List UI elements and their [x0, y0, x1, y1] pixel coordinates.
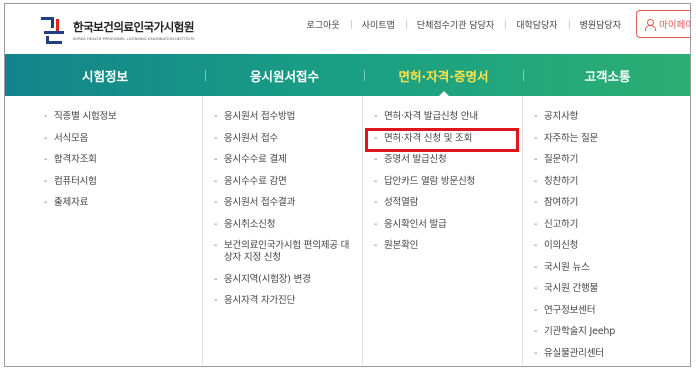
site-logo[interactable]: 한국보건의료인국가시험원 KOREA HEALTH PERSONNEL LICE… [41, 12, 195, 48]
menu-item[interactable]: 컴퓨터시험 [42, 176, 202, 188]
logo-name-en: KOREA HEALTH PERSONNEL LICENSING EXAMINA… [73, 37, 195, 41]
menu-item[interactable]: 공지사항 [532, 111, 690, 123]
university-link[interactable]: 대학담당자 [505, 18, 568, 31]
menu-column-exam-info: 직종별 시험정보 서식모음 합격자조회 컴퓨터시험 출제자료 [42, 96, 202, 366]
menu-item[interactable]: 합격자조회 [42, 154, 202, 166]
logout-link[interactable]: 로그아웃 [296, 18, 351, 31]
gnb-exam-info[interactable]: 시험정보 [5, 54, 205, 96]
gnb-application[interactable]: 응시원서접수 [205, 54, 364, 96]
site-header: 한국보건의료인국가시험원 KOREA HEALTH PERSONNEL LICE… [5, 4, 690, 54]
menu-item[interactable]: 출제자료 [42, 197, 202, 209]
hospital-link[interactable]: 병원담당자 [568, 18, 632, 31]
menu-item[interactable]: 면허·자격 발급신청 안내 [372, 111, 522, 123]
gnb-license[interactable]: 면허·자격·증명서 [364, 54, 523, 96]
menu-item[interactable]: 응시지역(시험장) 변경 [212, 274, 356, 286]
gnb-customer[interactable]: 고객소통 [523, 54, 690, 96]
menu-item[interactable]: 국시원 간행물 [532, 283, 690, 295]
menu-item[interactable]: 성적열람 [372, 197, 522, 209]
menu-column-customer: 공지사항 자주하는 질문 질문하기 칭찬하기 참여하기 신고하기 이의신청 국시… [522, 96, 690, 366]
menu-item[interactable]: 답안카드 열람 방문신청 [372, 176, 522, 188]
menu-item[interactable]: 유실물관리센터 [532, 348, 690, 360]
menu-item[interactable]: 국시원 뉴스 [532, 262, 690, 274]
menu-item[interactable]: 질문하기 [532, 154, 690, 166]
menu-item[interactable]: 연구정보센터 [532, 305, 690, 317]
menu-item[interactable]: 자주하는 질문 [532, 133, 690, 145]
main-nav: 시험정보 응시원서접수 면허·자격·증명서 고객소통 [5, 54, 690, 96]
mypage-label: 마이페이지 [659, 20, 690, 31]
mega-menu-panel: 직종별 시험정보 서식모음 합격자조회 컴퓨터시험 출제자료 응시원서 접수방법… [5, 96, 690, 366]
highlight-box [365, 128, 519, 152]
menu-item[interactable]: 응시취소신청 [212, 219, 356, 231]
menu-item[interactable]: 보건의료인국가시험 편의제공 대상자 지정 신청 [212, 240, 356, 264]
menu-item[interactable]: 기관학술지 Jeehp [532, 326, 690, 338]
menu-item[interactable]: 서식모음 [42, 133, 202, 145]
logo-emblem-icon [41, 15, 67, 45]
menu-item[interactable]: 증명서 발급신청 [372, 154, 522, 166]
menu-column-application: 응시원서 접수방법 응시원서 접수 응시수수료 결제 응시수수료 감면 응시원서… [202, 96, 362, 366]
menu-item[interactable]: 응시수수료 결제 [212, 154, 356, 166]
menu-item[interactable]: 직종별 시험정보 [42, 111, 202, 123]
menu-item[interactable]: 응시자격 자가진단 [212, 295, 356, 307]
mypage-button[interactable]: 마이페이지 [636, 10, 690, 38]
logo-name-kr: 한국보건의료인국가시험원 [73, 20, 194, 34]
menu-item[interactable]: 신고하기 [532, 219, 690, 231]
menu-item[interactable]: 응시수수료 감면 [212, 176, 356, 188]
utility-nav: 로그아웃 사이트맵 단체접수기관 담당자 대학담당자 병원담당자 [296, 18, 632, 31]
menu-item[interactable]: 응시확인서 발급 [372, 219, 522, 231]
group-agency-link[interactable]: 단체접수기관 담당자 [405, 18, 505, 31]
browser-frame: 한국보건의료인국가시험원 KOREA HEALTH PERSONNEL LICE… [4, 3, 691, 367]
menu-item[interactable]: 원본확인 [372, 240, 522, 252]
menu-item[interactable]: 참여하기 [532, 197, 690, 209]
menu-item[interactable]: 응시원서 접수 [212, 133, 356, 145]
menu-item[interactable]: 응시원서 접수방법 [212, 111, 356, 123]
sitemap-link[interactable]: 사이트맵 [350, 18, 406, 31]
user-icon [645, 18, 656, 31]
logo-text: 한국보건의료인국가시험원 KOREA HEALTH PERSONNEL LICE… [73, 19, 195, 41]
menu-item[interactable]: 칭찬하기 [532, 176, 690, 188]
menu-item[interactable]: 이의신청 [532, 240, 690, 252]
menu-item[interactable]: 응시원서 접수결과 [212, 197, 356, 209]
